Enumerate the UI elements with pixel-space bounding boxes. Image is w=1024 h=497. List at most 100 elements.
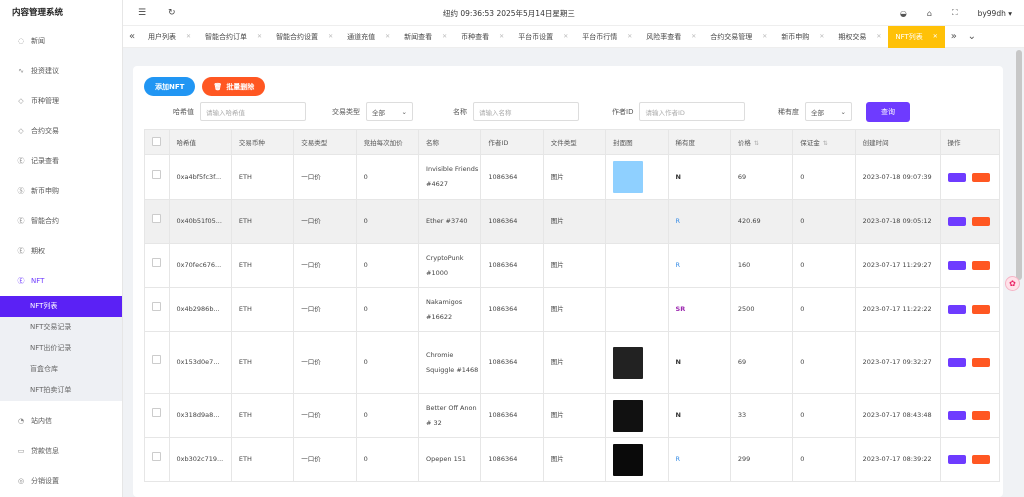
tabs-menu-icon[interactable]: ⌄ — [963, 31, 981, 42]
query-button[interactable]: 查询 — [866, 102, 910, 122]
sidebar-item-smart[interactable]: Ⓔ 智能合约 — [0, 206, 122, 236]
table-row[interactable]: 0xb302c719... ETH 一口价 0 Opepen 151 1086364 图片 R… — [144, 437, 1001, 482]
close-icon[interactable]: ✕ — [876, 26, 881, 48]
tab-users[interactable]: 用户列表 ✕ — [141, 26, 198, 48]
tab-recharge[interactable]: 通道充值 ✕ — [340, 26, 397, 48]
sidebar-item-coins[interactable]: ◇ 币种管理 — [0, 86, 122, 116]
sidebar-item-advice[interactable]: ∿ 投资建议 — [0, 56, 122, 86]
delete-button[interactable] — [971, 411, 990, 420]
select-all-checkbox[interactable] — [152, 136, 161, 146]
tab-risk[interactable]: 风险率查看 ✕ — [639, 26, 703, 48]
deposit-column-header[interactable]: 保证金 ⇅ — [792, 129, 856, 155]
tab-smart-settings[interactable]: 智能合约设置 ✕ — [269, 26, 340, 48]
tab-coins[interactable]: 币种查看 ✕ — [454, 26, 511, 48]
row-checkbox[interactable] — [152, 452, 161, 461]
row-checkbox[interactable] — [152, 214, 161, 223]
tab-platform-coin[interactable]: 平台币设置 ✕ — [511, 26, 575, 48]
tab-newcoin[interactable]: 新币申购 ✕ — [774, 26, 831, 48]
edit-button[interactable] — [947, 217, 966, 226]
cell-time: 2023-07-18 09:05:12 — [854, 199, 941, 244]
table-row[interactable]: 0x40b51f05... ETH 一口价 0 Ether #3740 1086364 图片… — [144, 199, 1001, 244]
sidebar-item-records[interactable]: Ⓔ 记录查看 — [0, 146, 122, 176]
close-icon[interactable]: ✕ — [442, 26, 447, 48]
delete-button[interactable] — [971, 455, 990, 464]
delete-button[interactable] — [971, 172, 990, 182]
sidebar-subitem-auction-orders[interactable]: NFT拍卖订单 — [0, 380, 122, 401]
tab-smart-orders[interactable]: 智能合约订单 ✕ — [198, 26, 269, 48]
tab-options[interactable]: 期权交易 ✕ — [831, 26, 888, 48]
close-icon[interactable]: ✕ — [762, 26, 767, 48]
close-icon[interactable]: ✕ — [499, 26, 504, 48]
edit-button[interactable] — [947, 455, 966, 464]
row-checkbox[interactable] — [152, 169, 161, 179]
cell-name: Ether #3740 — [418, 199, 482, 244]
floating-helper-icon[interactable]: ✿ — [1005, 276, 1020, 291]
tabs-scroll-right-icon[interactable]: » — [945, 31, 963, 42]
tab-nft-list[interactable]: NFT列表 ✕ — [888, 25, 945, 48]
edit-button[interactable] — [947, 305, 966, 314]
name-input[interactable]: 请输入名称 — [473, 102, 579, 121]
sidebar-subitem-nft-trades[interactable]: NFT交易记录 — [0, 317, 122, 338]
table-row[interactable]: 0x153d0e7... ETH 一口价 0 Chromie Squiggle #146… — [144, 331, 1001, 394]
tab-platform-market[interactable]: 平台币行情 ✕ — [575, 26, 639, 48]
table-row[interactable]: 0xa4bf5fc3f... ETH 一口价 0 Invisible Friends #… — [144, 154, 1001, 200]
rarity-select[interactable]: 全部 ⌄ — [805, 102, 852, 121]
sidebar-item-distribution[interactable]: ◎ 分销设置 — [0, 466, 122, 496]
close-icon[interactable]: ✕ — [627, 26, 632, 48]
edit-button[interactable] — [947, 411, 966, 420]
cell-type: 一口价 — [293, 154, 357, 200]
cell-actions — [939, 437, 1001, 482]
edit-button[interactable] — [947, 358, 966, 367]
row-checkbox[interactable] — [152, 408, 161, 417]
sidebar-item-news[interactable]: ◌ 新闻 — [0, 26, 122, 56]
delete-button[interactable] — [971, 358, 990, 367]
table-row[interactable]: 0x4b2986b... ETH 一口价 0 Nakamigos #16622 10863… — [144, 287, 1001, 332]
sort-icon[interactable]: ⇅ — [754, 140, 759, 147]
close-icon[interactable]: ✕ — [328, 26, 333, 48]
close-icon[interactable]: ✕ — [186, 26, 191, 48]
edit-button[interactable] — [947, 172, 966, 182]
author-input[interactable]: 请输入作者ID — [639, 102, 746, 121]
palette-icon[interactable]: ◒ — [900, 9, 907, 18]
sidebar-item-contract[interactable]: ◇ 合约交易 — [0, 116, 122, 146]
table-row[interactable]: 0x70fec676... ETH 一口价 0 CryptoPunk #1000 1086… — [144, 243, 1001, 288]
user-menu[interactable]: by99dh ▾ — [978, 9, 1012, 18]
row-checkbox[interactable] — [152, 302, 161, 311]
close-icon[interactable]: ✕ — [563, 26, 568, 48]
sidebar-subitem-nft-bids[interactable]: NFT出价记录 — [0, 338, 122, 359]
row-checkbox[interactable] — [152, 258, 161, 267]
sidebar-item-options[interactable]: Ⓔ 期权 — [0, 236, 122, 266]
hash-input[interactable]: 请输入哈希值 — [200, 102, 306, 121]
close-icon[interactable]: ✕ — [691, 26, 696, 48]
table-row[interactable]: 0x318d9a8... ETH 一口价 0 Better Off Anon # 32 1… — [144, 393, 1001, 438]
refresh-icon[interactable]: ↻ — [168, 8, 176, 18]
delete-button[interactable] — [971, 217, 990, 226]
tabs-scroll-left-icon[interactable]: « — [123, 31, 141, 42]
sort-icon[interactable]: ⇅ — [823, 140, 828, 147]
trade-type-select[interactable]: 全部 ⌄ — [366, 102, 413, 121]
close-icon[interactable]: ✕ — [933, 26, 938, 48]
tab-news[interactable]: 新闻查看 ✕ — [397, 26, 454, 48]
edit-button[interactable] — [947, 261, 966, 270]
fullscreen-icon[interactable]: ⛶ — [952, 8, 958, 18]
close-icon[interactable]: ✕ — [819, 26, 824, 48]
collapse-menu-icon[interactable]: ☰ — [138, 8, 146, 18]
price-column-header[interactable]: 价格 ⇅ — [729, 129, 794, 155]
batch-delete-button[interactable]: 🗑 批量删除 — [202, 77, 266, 96]
tag-icon[interactable]: ⌂ — [927, 9, 932, 18]
sidebar-item-nft[interactable]: Ⓔ NFT — [0, 266, 122, 296]
page-scrollbar[interactable] — [1016, 50, 1022, 280]
tab-contract-mgmt[interactable]: 合约交易管理 ✕ — [703, 26, 774, 48]
delete-button[interactable] — [971, 261, 990, 270]
cover-image — [613, 443, 644, 476]
row-checkbox[interactable] — [152, 355, 161, 364]
close-icon[interactable]: ✕ — [385, 26, 390, 48]
sidebar-item-newcoin[interactable]: Ⓢ 新币申购 — [0, 176, 122, 206]
sidebar-subitem-blindbox[interactable]: 盲盒仓库 — [0, 359, 122, 380]
sidebar-item-messages[interactable]: ◔ 站内信 — [0, 406, 122, 436]
add-nft-button[interactable]: 添加NFT — [144, 77, 196, 96]
sidebar-item-loans[interactable]: ▭ 贷款信息 — [0, 436, 122, 466]
delete-button[interactable] — [971, 305, 990, 314]
close-icon[interactable]: ✕ — [257, 26, 262, 48]
sidebar-subitem-nft-list[interactable]: NFT列表 — [0, 296, 122, 317]
